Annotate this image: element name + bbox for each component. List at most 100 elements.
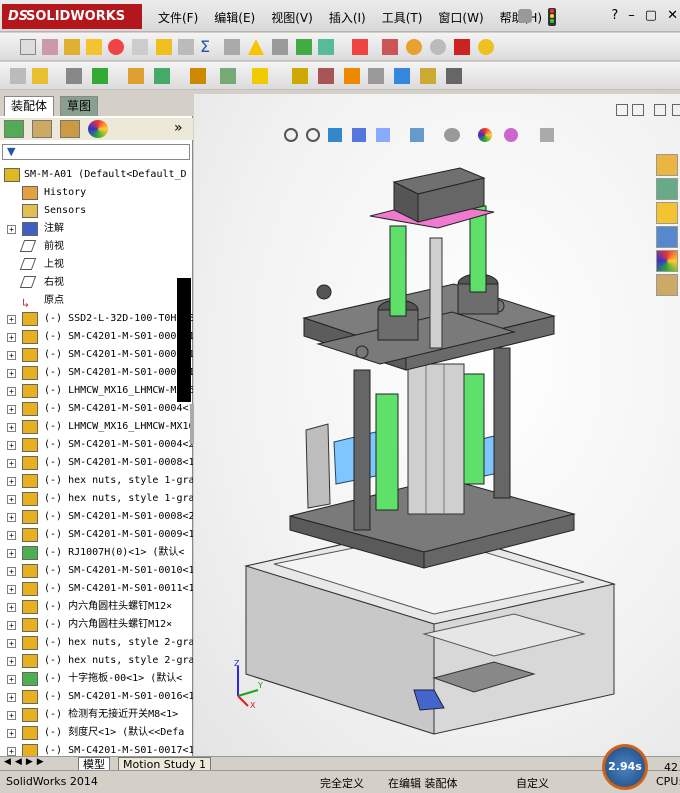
paperclip-icon[interactable] — [66, 68, 82, 84]
close-button[interactable]: ✕ — [667, 8, 678, 23]
expand-icon[interactable]: + — [7, 315, 16, 324]
folder-icon[interactable] — [86, 39, 102, 55]
instant3d-icon[interactable] — [368, 68, 384, 84]
tree-item[interactable]: Sensors — [0, 202, 193, 220]
expand-icon[interactable]: + — [7, 585, 16, 594]
expand-icon[interactable]: + — [7, 459, 16, 468]
tree-item[interactable]: + (-) SSD2-L-32D-100-T0H3-E — [0, 310, 193, 328]
expand-icon[interactable]: + — [7, 423, 16, 432]
expand-icon[interactable]: + — [7, 639, 16, 648]
reference-geometry-icon[interactable] — [252, 68, 268, 84]
exploded-view-icon[interactable] — [318, 68, 334, 84]
custom-properties-icon[interactable] — [656, 274, 678, 296]
tree-item[interactable]: + (-) 刻度尺<1> (默认<<Defa — [0, 724, 193, 742]
assembly-features-icon[interactable] — [220, 68, 236, 84]
insert-component-icon[interactable] — [32, 68, 48, 84]
expand-icon[interactable]: + — [7, 729, 16, 738]
graphics-area[interactable]: Z Y X — [194, 94, 680, 756]
tree-item[interactable]: + (-) RJ1007H(0)<1> (默认< — [0, 544, 193, 562]
spellcheck-icon[interactable] — [20, 39, 36, 55]
tree-item[interactable]: + (-) hex nuts, style 1-gra — [0, 490, 193, 508]
feature-tree-icon[interactable] — [4, 120, 24, 138]
gauge-icon[interactable] — [108, 39, 124, 55]
menu-view[interactable]: 视图(V) — [263, 9, 321, 26]
menu-edit[interactable]: 编辑(E) — [206, 9, 263, 26]
tree-item[interactable]: + (-) LHMCW_MX16_LHMCW-MX16 — [0, 418, 193, 436]
tree-item[interactable]: + (-) SM-C4201-M-S01-0008<2 — [0, 508, 193, 526]
filter-field[interactable]: ▼ — [2, 144, 190, 160]
tab-model[interactable]: 模型 — [78, 757, 110, 771]
expand-icon[interactable]: + — [7, 225, 16, 234]
home-icon[interactable] — [656, 154, 678, 176]
tree-item[interactable]: + (-) SM-C4201-M-S01-0003<1 — [0, 364, 193, 382]
config-icon[interactable] — [60, 120, 80, 138]
expand-icon[interactable]: + — [7, 333, 16, 342]
expand-icon[interactable]: + — [7, 441, 16, 450]
expand-icon[interactable]: + — [7, 369, 16, 378]
restore-button[interactable]: ▢ — [645, 8, 657, 23]
move-icon[interactable] — [296, 39, 312, 55]
gear-icon[interactable] — [406, 39, 422, 55]
bom-icon[interactable] — [292, 68, 308, 84]
tree-item[interactable]: 右视 — [0, 274, 193, 292]
explode-icon[interactable] — [382, 39, 398, 55]
tree-item[interactable]: + (-) LHMCW_MX16_LHMCW-MX16 — [0, 382, 193, 400]
menu-file[interactable]: 文件(F) — [150, 9, 206, 26]
smart-fastener-icon[interactable] — [128, 68, 144, 84]
assembly-model[interactable] — [194, 94, 680, 756]
tree-item[interactable]: + (-) SM-C4201-M-S01-0010<1 — [0, 562, 193, 580]
warning-icon[interactable] — [248, 39, 264, 55]
filter-icon[interactable]: ▼ — [7, 145, 15, 158]
sigma-icon[interactable]: Σ — [200, 39, 216, 55]
mass-icon[interactable] — [420, 68, 436, 84]
solidworks-logo[interactable]: DS SOLIDWORKS — [2, 4, 142, 29]
tree-item[interactable]: + (-) SM-C4201-M-S01-0011<1 — [0, 580, 193, 598]
tree-item[interactable]: + (-) SM-C4201-M-S01-0006<1 — [0, 346, 193, 364]
property-icon[interactable] — [32, 120, 52, 138]
arrows-icon[interactable] — [272, 39, 288, 55]
traffic-light-icon[interactable] — [548, 8, 556, 26]
expand-icon[interactable]: + — [7, 567, 16, 576]
tree-item[interactable]: + (-) SM-C4201-M-S01-0016<1 — [0, 688, 193, 706]
tree-item[interactable]: + (-) 内六角圆柱头螺钉M12× — [0, 616, 193, 634]
calipers-icon[interactable] — [224, 39, 240, 55]
snapshot-icon[interactable] — [446, 68, 462, 84]
menu-window[interactable]: 窗口(W) — [430, 9, 491, 26]
expand-icon[interactable]: + — [7, 387, 16, 396]
file-explorer-icon[interactable] — [656, 202, 678, 224]
balance-icon[interactable] — [64, 39, 80, 55]
menu-insert[interactable]: 插入(I) — [321, 9, 374, 26]
tree-item[interactable]: + (-) SM-C4201-M-S01-0004<2 — [0, 436, 193, 454]
tree-item[interactable]: + (-) SM-C4201-M-S01-0002<1 — [0, 328, 193, 346]
expand-icon[interactable]: + — [7, 621, 16, 630]
show-hidden-icon[interactable] — [190, 68, 206, 84]
tab-sketch[interactable]: 草图 — [60, 96, 99, 116]
tree-item[interactable]: + 注解 — [0, 220, 193, 238]
check-icon[interactable] — [178, 39, 194, 55]
move-component-icon[interactable] — [154, 68, 170, 84]
expand-icon[interactable]: + — [7, 495, 16, 504]
tree-item[interactable]: 上视 — [0, 256, 193, 274]
expand-icon[interactable]: + — [7, 747, 16, 756]
design-library-icon[interactable] — [656, 178, 678, 200]
more-tabs-button[interactable]: » — [174, 120, 183, 136]
expand-icon[interactable]: + — [7, 693, 16, 702]
tab-assembly[interactable]: 装配体 — [4, 96, 55, 116]
tree-item[interactable]: + (-) 检测有无接近开关M8<1> — [0, 706, 193, 724]
tree-item[interactable]: 前视 — [0, 238, 193, 256]
tree-item[interactable]: ↳ 原点 — [0, 292, 193, 310]
tree-item[interactable]: + (-) SM-C4201-M-S01-0008<1 — [0, 454, 193, 472]
measure-icon[interactable] — [394, 68, 410, 84]
checkmark-circle-icon[interactable] — [430, 39, 446, 55]
expand-icon[interactable]: + — [7, 531, 16, 540]
tab-nav-arrows[interactable]: ◀◀▶▶ — [4, 757, 48, 767]
tree-item[interactable]: + (-) 十字拖板-00<1> (默认< — [0, 670, 193, 688]
render-icon[interactable] — [478, 39, 494, 55]
expand-icon[interactable]: + — [7, 549, 16, 558]
cube-icon[interactable] — [10, 68, 26, 84]
menu-tools[interactable]: 工具(T) — [374, 9, 431, 26]
expand-icon[interactable]: + — [7, 405, 16, 414]
hand-icon[interactable] — [132, 39, 148, 55]
tree-item[interactable]: History — [0, 184, 193, 202]
tree-item[interactable]: SM-M-A01 (Default<Default_D — [0, 166, 193, 184]
